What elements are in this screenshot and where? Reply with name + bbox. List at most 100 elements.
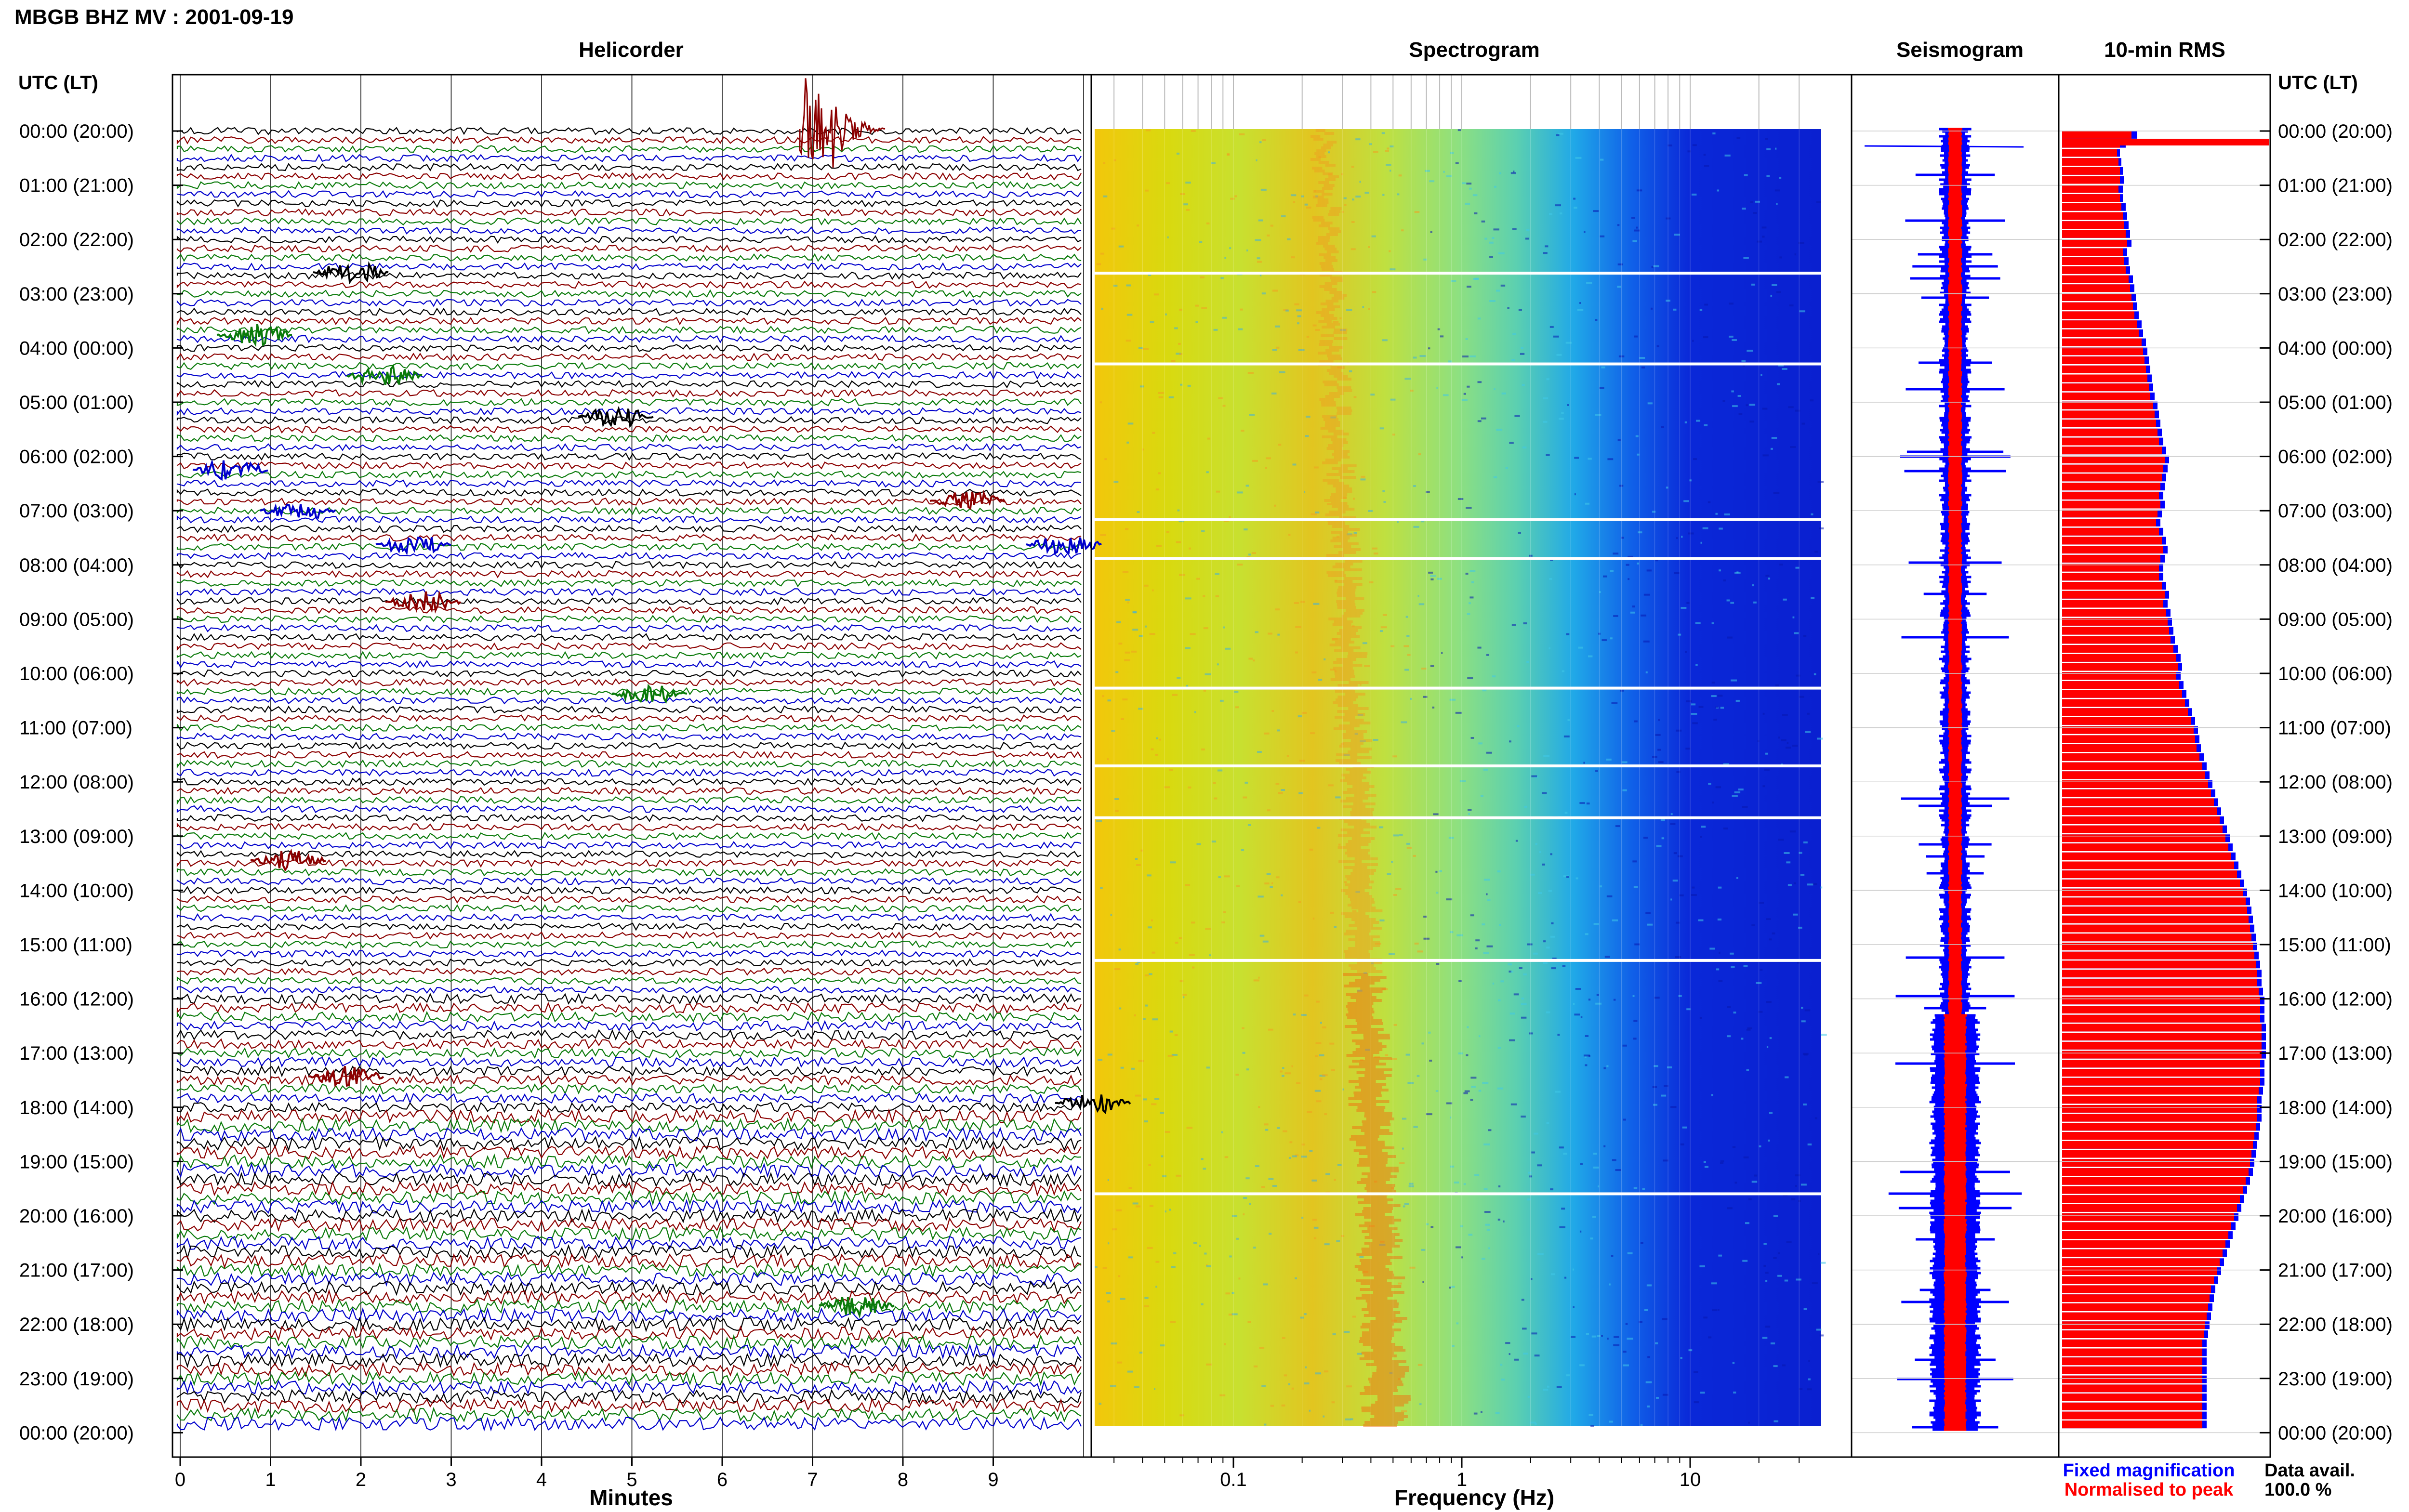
spectrogram-speckle: [1486, 945, 1493, 947]
spectrogram-band: [1332, 505, 1349, 508]
helicorder-trace: [176, 940, 1082, 949]
spectrogram-band: [1362, 1172, 1391, 1175]
helicorder-panel: [176, 75, 1131, 1457]
rms-bar-normalised: [2062, 1141, 2253, 1149]
spectrogram-speckle: [1248, 657, 1253, 660]
helicorder-trace: [176, 931, 1082, 940]
spectrogram-speckle: [1766, 175, 1770, 177]
spectrogram-speckle: [1575, 157, 1582, 159]
spectrogram-speckle: [1782, 368, 1787, 370]
spectrogram-speckle: [1623, 1364, 1629, 1367]
helicorder-trace: [176, 479, 1082, 488]
spectrogram-band: [1310, 135, 1321, 138]
spectrogram-speckle: [1603, 1145, 1606, 1147]
spectrogram-band: [1344, 866, 1367, 869]
spectrogram-speckle: [1606, 895, 1613, 897]
spectrogram-speckle: [1550, 1273, 1555, 1275]
helicorder-trace: [176, 1092, 1082, 1104]
helicorder-trace: [176, 307, 1082, 316]
spectrogram-speckle: [1477, 646, 1482, 649]
spectrogram-speckle: [1645, 671, 1648, 673]
spectrogram-speckle: [1344, 204, 1347, 206]
spectrogram-speckle: [1209, 954, 1211, 957]
spectrogram-speckle: [1229, 1255, 1232, 1258]
spectrogram-band: [1329, 372, 1344, 375]
spectrogram-band: [1345, 892, 1369, 895]
spectrogram-speckle: [1607, 1338, 1609, 1340]
rms-bar-normalised: [2062, 401, 2153, 409]
spectrogram-speckle: [1282, 1075, 1284, 1077]
spectrogram-speckle: [1326, 503, 1332, 505]
spectrogram-speckle: [1531, 775, 1537, 777]
spectrogram-speckle: [1351, 166, 1354, 168]
spectrogram-band: [1362, 1334, 1394, 1337]
spectrogram-speckle: [1546, 1011, 1550, 1013]
spectrogram-speckle: [1151, 1103, 1157, 1105]
spectrogram-speckle: [1312, 324, 1317, 327]
spectrogram-speckle: [1349, 370, 1352, 372]
spectrogram-speckle: [1265, 467, 1268, 469]
spectrogram-speckle: [1223, 911, 1226, 913]
spectrogram-band: [1346, 597, 1364, 600]
spectrogram-speckle: [1766, 918, 1771, 920]
spectrogram-speckle: [1615, 825, 1620, 828]
spectrogram-speckle: [1190, 633, 1196, 635]
spectrogram-band: [1362, 1100, 1390, 1103]
spectrogram-speckle: [1595, 319, 1598, 321]
spectrogram-speckle: [1118, 1275, 1121, 1277]
spectrogram-band: [1334, 580, 1353, 583]
spectrogram-speckle: [1733, 1012, 1736, 1014]
spectrogram-band: [1369, 1233, 1400, 1236]
spectrogram-speckle: [1597, 1335, 1601, 1337]
helicorder-trace: [176, 786, 1082, 795]
spectrogram-band: [1345, 883, 1369, 886]
spectrogram-speckle: [1125, 528, 1129, 530]
helicorder-trace: [176, 993, 1082, 1005]
spectrogram-speckle: [1294, 303, 1299, 305]
spectrogram-speckle: [1204, 1252, 1207, 1255]
spectrogram-speckle: [1417, 950, 1423, 953]
spectrogram-speckle: [1096, 820, 1102, 822]
rms-bar-normalised: [2062, 302, 2133, 310]
spectrogram-band: [1316, 242, 1328, 245]
spectrogram-speckle: [1730, 952, 1734, 955]
spectrogram-band: [1337, 592, 1355, 594]
spectrogram-speckle: [1708, 783, 1711, 785]
spectrogram-speckle: [1573, 1002, 1575, 1005]
spectrogram-speckle: [1106, 1292, 1111, 1294]
spectrogram-speckle: [1768, 578, 1771, 580]
spectrogram-band: [1342, 742, 1363, 745]
spectrogram-speckle: [1112, 1228, 1117, 1231]
spectrogram-speckle: [1595, 414, 1602, 416]
spectrogram-speckle: [1731, 679, 1737, 682]
spectrogram-speckle: [1297, 315, 1301, 317]
spectrogram-speckle: [1694, 1401, 1699, 1404]
spectrogram-speckle: [1596, 994, 1599, 996]
spectrogram-speckle: [1277, 1127, 1281, 1129]
spectrogram-speckle: [1816, 1328, 1822, 1331]
spectrogram-speckle: [1125, 651, 1130, 654]
spectrogram-band: [1334, 294, 1347, 297]
spectrogram-speckle: [1559, 418, 1564, 420]
spectrogram-speckle: [1201, 1158, 1204, 1160]
spectrogram-band: [1337, 606, 1356, 609]
spectrogram-speckle: [1422, 1281, 1424, 1283]
spectrogram-band: [1334, 456, 1350, 459]
spectrogram-speckle: [1188, 786, 1191, 789]
spectrogram-speckle: [1255, 631, 1258, 633]
spectrogram-speckle: [1566, 1374, 1570, 1377]
spectrogram-band: [1330, 496, 1347, 499]
spectrogram-speckle: [1156, 545, 1162, 547]
spectrogram-speckle: [1737, 394, 1741, 397]
time-label-right: 03:00 (23:00): [2278, 284, 2393, 305]
spectrogram-speckle: [1465, 202, 1470, 205]
spectrogram-speckle: [1145, 129, 1151, 131]
helicorder-trace: [176, 235, 1082, 244]
spectrogram-speckle: [1229, 247, 1231, 250]
spectrogram-speckle: [1144, 1305, 1150, 1308]
spectrogram-band: [1352, 869, 1377, 872]
spectrogram-speckle: [1774, 189, 1780, 192]
spectrogram-speckle: [1547, 1385, 1549, 1388]
spectrogram-speckle: [1152, 1018, 1158, 1021]
spectrogram-band: [1369, 1167, 1399, 1170]
